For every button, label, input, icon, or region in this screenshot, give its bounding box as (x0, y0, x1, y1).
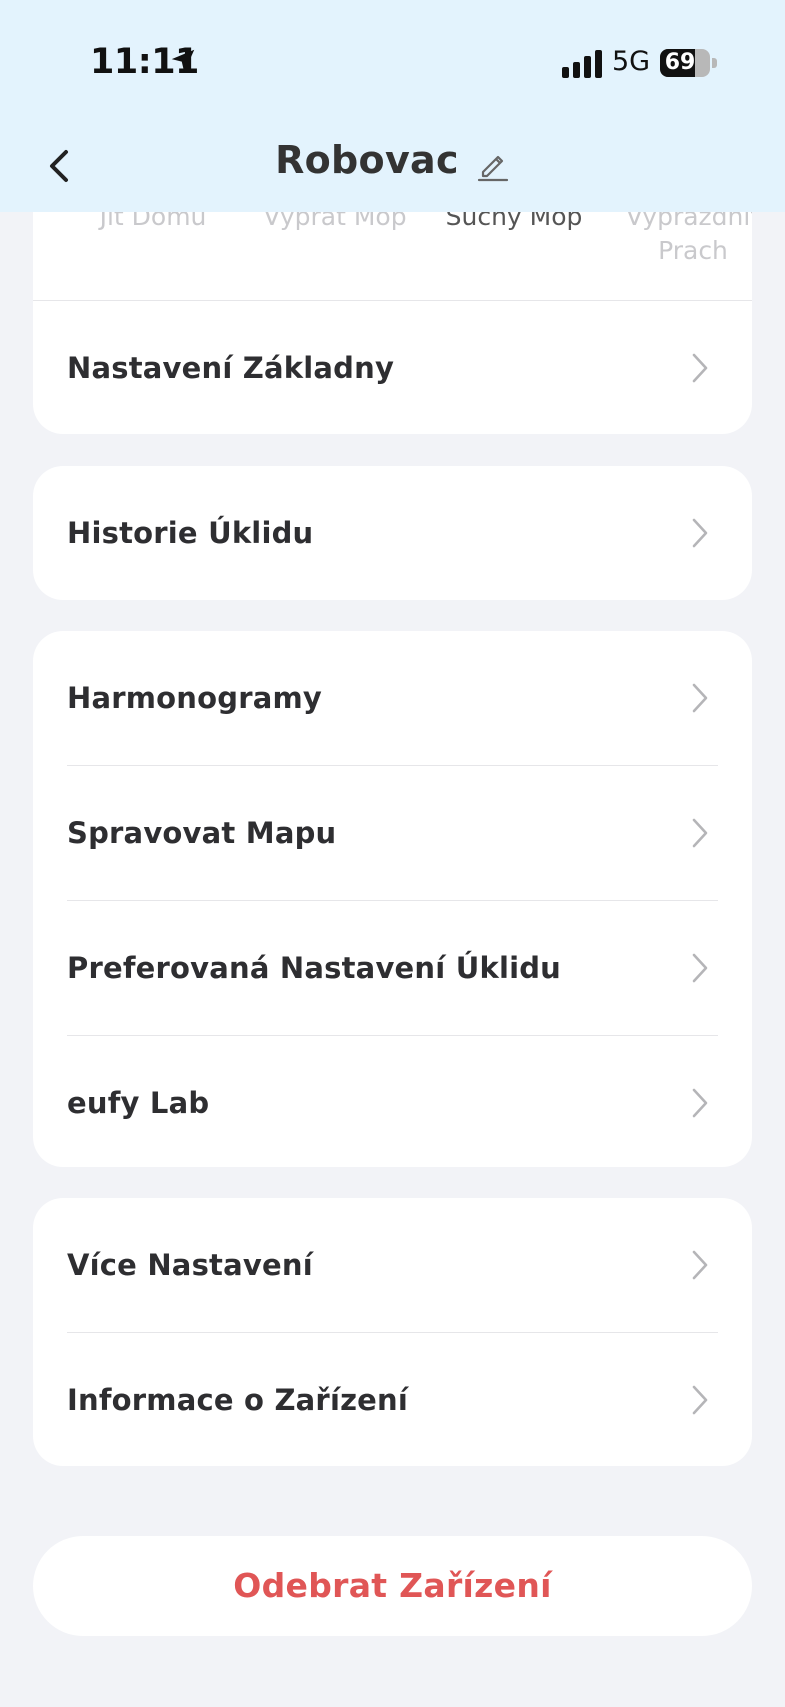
chevron-right-icon (692, 353, 708, 383)
menu-item-manage-map[interactable]: Spravovat Mapu (67, 766, 718, 901)
location-arrow-icon (171, 49, 195, 73)
battery-percent: 69 (664, 50, 696, 75)
menu-item-label: Harmonogramy (67, 681, 323, 715)
chevron-right-icon (692, 683, 708, 713)
header: 11:11 5G 69 Robovac (0, 0, 785, 212)
edit-name-icon[interactable] (476, 148, 510, 182)
menu-item-device-info[interactable]: Informace o Zařízení (67, 1333, 718, 1466)
chevron-right-icon (692, 518, 708, 548)
menu-item-label: Historie Úklidu (67, 516, 314, 550)
title-wrap: Robovac (0, 138, 785, 182)
menu-item-label: Spravovat Mapu (67, 816, 337, 850)
menu-item-schedules[interactable]: Harmonogramy (67, 631, 718, 766)
battery-icon: 69 (660, 49, 718, 79)
remove-device-button[interactable]: Odebrat Zařízení (33, 1536, 752, 1636)
menu-item-cleaning-history[interactable]: Historie Úklidu (67, 466, 718, 600)
chevron-right-icon (692, 818, 708, 848)
chevron-right-icon (692, 1385, 708, 1415)
signal-icon (562, 50, 602, 78)
menu-item-more-settings[interactable]: Více Nastavení (67, 1198, 718, 1333)
card-more-settings: Více Nastavení Informace o Zařízení (33, 1198, 752, 1466)
menu-item-label: Více Nastavení (67, 1248, 313, 1282)
page-title: Robovac (275, 138, 459, 182)
menu-item-base-settings[interactable]: Nastavení Základny (67, 301, 718, 434)
network-type: 5G (612, 46, 651, 77)
menu-item-label: Preferovaná Nastavení Úklidu (67, 951, 562, 985)
menu-item-label: Informace o Zařízení (67, 1383, 409, 1417)
nav-bar: Robovac (0, 128, 785, 202)
chevron-right-icon (692, 1088, 708, 1118)
card-schedules: Harmonogramy Spravovat Mapu Preferovaná … (33, 631, 752, 1167)
menu-item-eufy-lab[interactable]: eufy Lab (67, 1036, 718, 1167)
menu-item-preferred-cleaning[interactable]: Preferovaná Nastavení Úklidu (67, 901, 718, 1036)
menu-item-label: Nastavení Základny (67, 351, 395, 385)
card-cleaning-history: Historie Úklidu (33, 466, 752, 600)
chevron-right-icon (692, 1250, 708, 1280)
chevron-right-icon (692, 953, 708, 983)
status-bar: 11:11 5G 69 (0, 0, 785, 120)
menu-item-label: eufy Lab (67, 1086, 210, 1120)
